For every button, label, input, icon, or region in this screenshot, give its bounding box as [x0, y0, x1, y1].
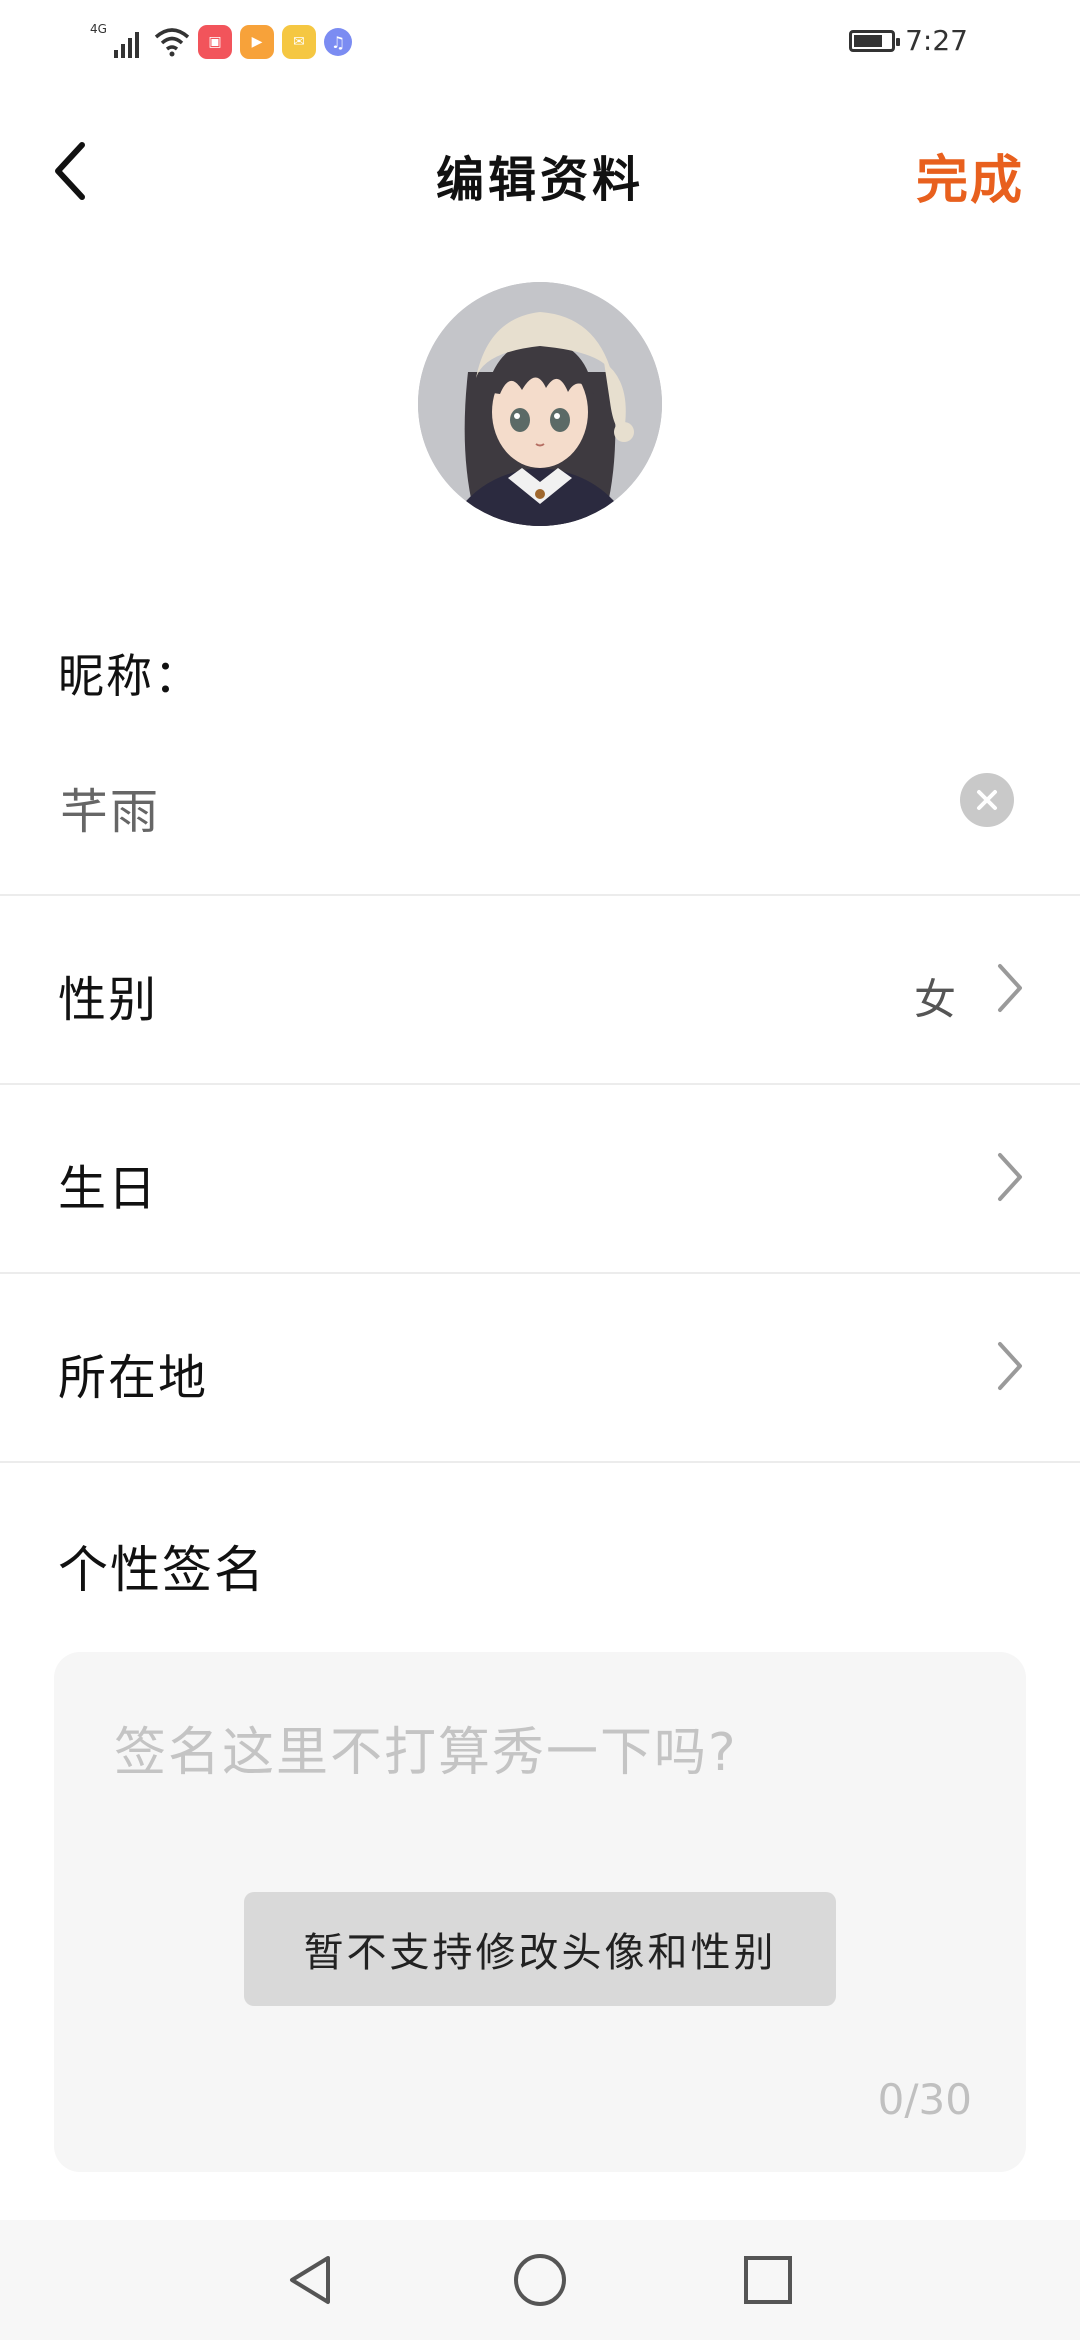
nav-recents-button[interactable] [738, 2250, 798, 2310]
avatar[interactable] [418, 282, 662, 526]
birthday-label: 生日 [58, 1161, 159, 1217]
location-row[interactable]: 所在地 [0, 1274, 1080, 1460]
done-button[interactable]: 完成 [916, 138, 1024, 213]
system-navigation-bar [0, 2220, 1080, 2340]
wifi-icon [154, 27, 190, 57]
status-left-icons: 4G ▣ ▶ ✉ ♫ [90, 22, 352, 62]
triangle-back-icon [290, 2256, 330, 2304]
huawei-store-icon: ▣ [198, 25, 232, 59]
signature-placeholder: 签名这里不打算秀一下吗? [114, 1723, 738, 1783]
network-type-label: 4G [90, 22, 107, 36]
chevron-right-icon [998, 964, 1022, 1012]
mail-app-icon: ✉ [282, 25, 316, 59]
nav-back-button[interactable] [280, 2250, 340, 2310]
chevron-right-icon [998, 1342, 1022, 1390]
signature-char-counter: 0/30 [877, 2075, 972, 2124]
signature-label: 个性签名 [58, 1541, 266, 1599]
avatar-illustration [418, 282, 662, 526]
chevron-right-icon [998, 1153, 1022, 1201]
battery-icon [849, 29, 901, 52]
toast-message: 暂不支持修改头像和性别 [244, 1892, 836, 2006]
status-right-icons: 7:27 [849, 24, 968, 57]
location-label: 所在地 [58, 1350, 209, 1406]
gender-value: 女 [913, 975, 956, 1024]
nickname-label: 昵称： [58, 649, 202, 703]
circle-home-icon [514, 2254, 566, 2306]
divider [0, 1461, 1080, 1463]
music-app-icon: ♫ [324, 28, 352, 56]
status-time: 7:27 [905, 24, 968, 57]
gender-row[interactable]: 性别 女 [0, 896, 1080, 1082]
status-bar: 4G ▣ ▶ ✉ ♫ 7:27 [0, 0, 1080, 84]
nav-home-button[interactable] [510, 2250, 570, 2310]
video-app-icon: ▶ [240, 25, 274, 59]
close-icon [977, 790, 997, 810]
gender-label: 性别 [58, 972, 159, 1028]
cellular-signal-icon: 4G [90, 22, 146, 58]
top-nav-bar: 编辑资料 完成 [0, 120, 1080, 220]
nickname-input[interactable]: 芊雨 [60, 772, 160, 842]
birthday-row[interactable]: 生日 [0, 1085, 1080, 1271]
square-recents-icon [744, 2256, 792, 2304]
clear-nickname-button[interactable] [960, 773, 1014, 827]
